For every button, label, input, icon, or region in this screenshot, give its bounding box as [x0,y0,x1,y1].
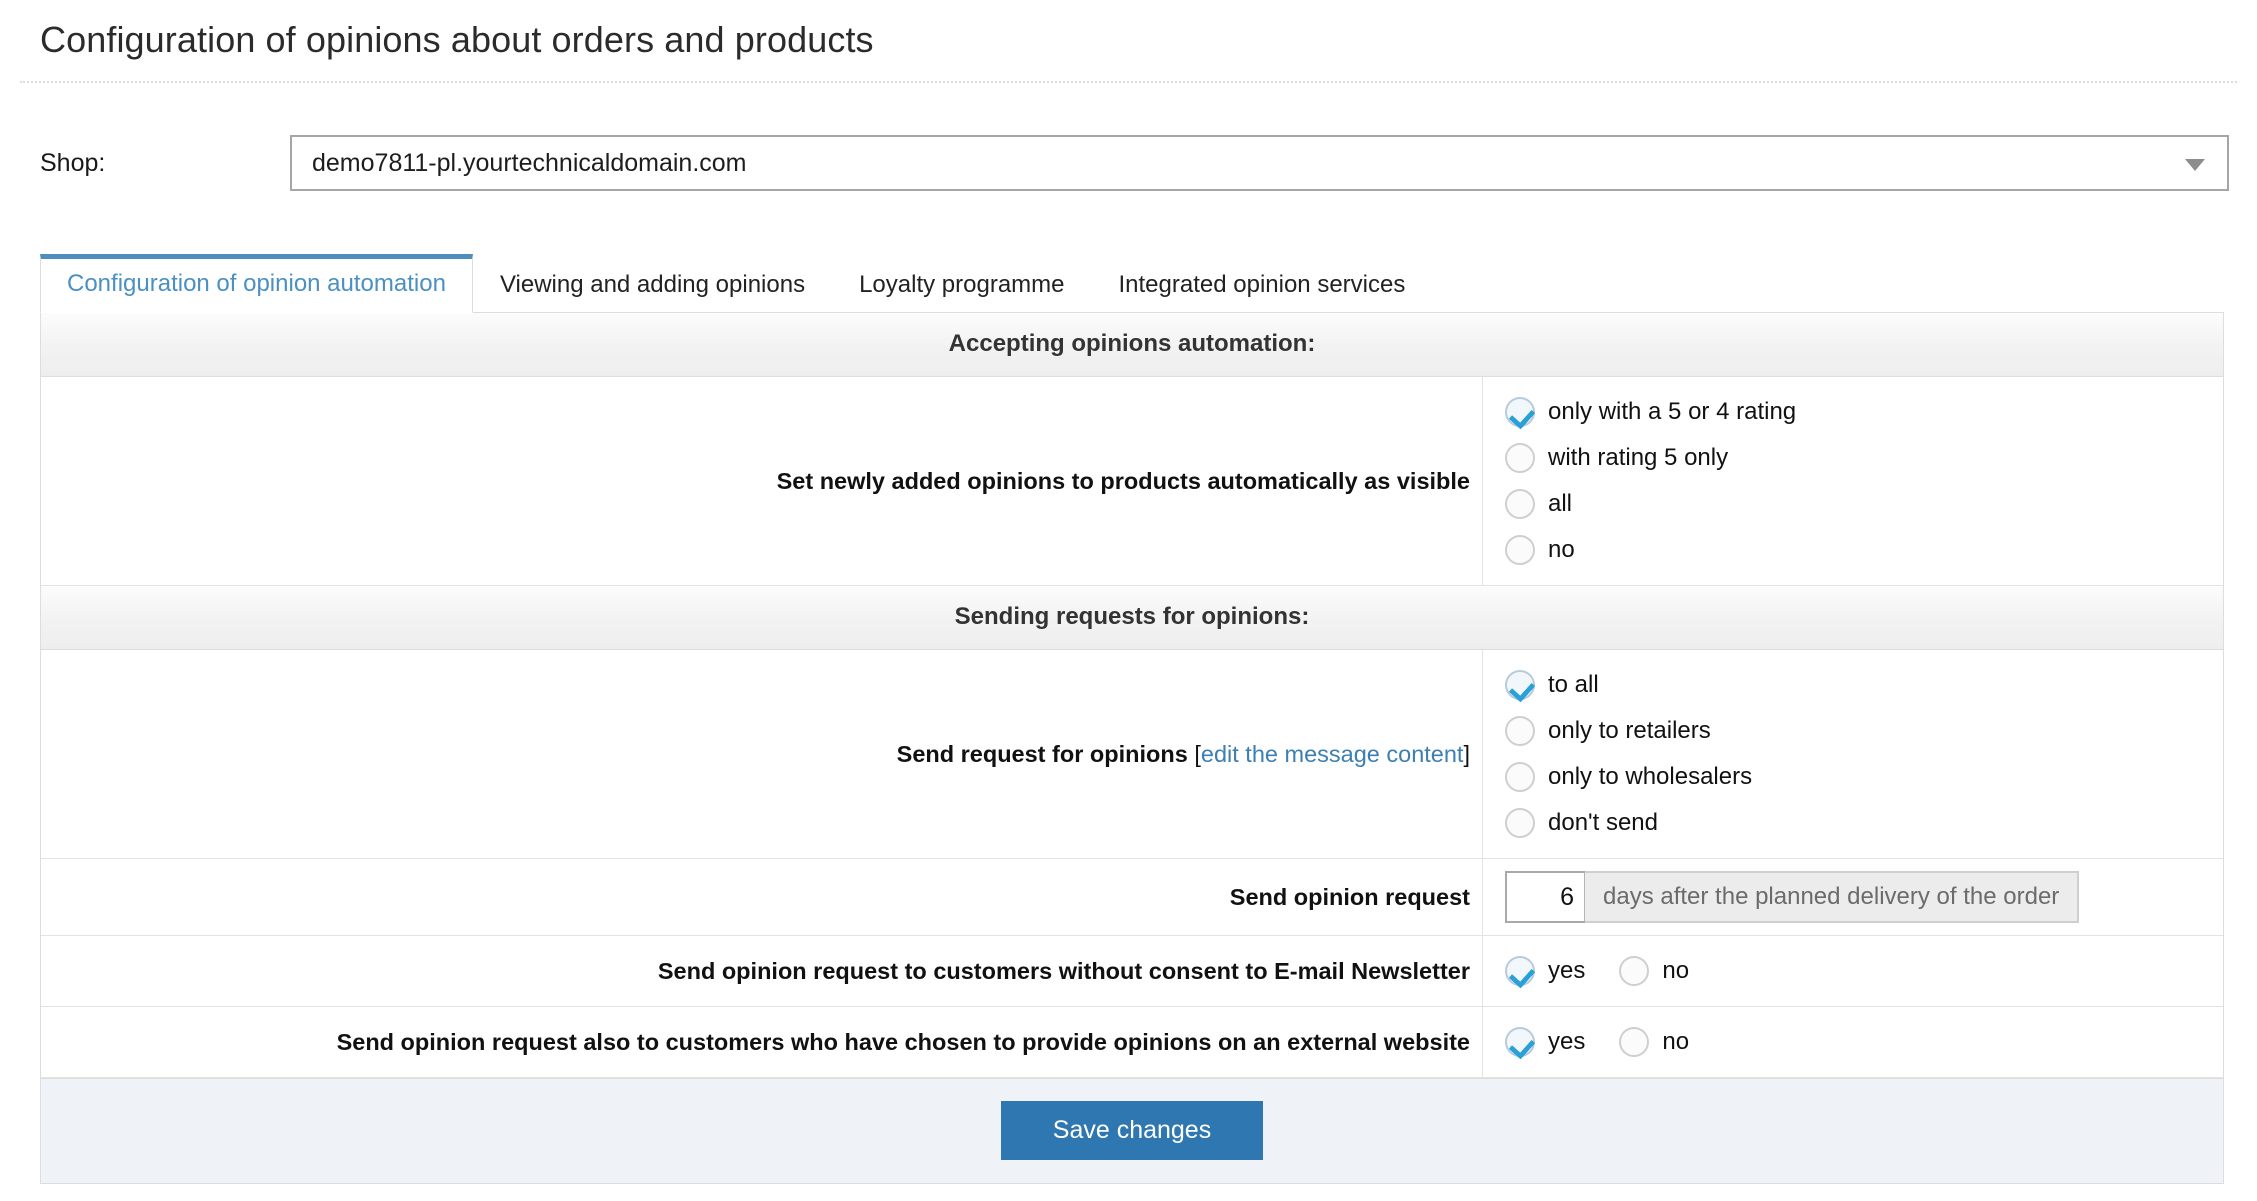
tab-label: Loyalty programme [859,271,1065,299]
radio-option-only-5-or-4[interactable]: only with a 5 or 4 rating [1505,397,1797,428]
row-newsletter-consent-label: Send opinion request to customers withou… [41,936,1483,1007]
radio-group-send-request: to all only to retailers only to wholesa… [1505,670,1753,839]
row-auto-visible: Set newly added opinions to products aut… [41,377,2223,587]
row-external-website-label: Send opinion request also to customers w… [41,1007,1483,1078]
radio-group-auto-visible: only with a 5 or 4 rating with rating 5 … [1505,397,1797,566]
chevron-down-icon [2185,159,2205,172]
radio-unchecked-icon [1619,956,1650,987]
radio-option-label: no [1662,957,1690,985]
radio-checked-icon [1505,1027,1535,1058]
radio-unchecked-icon [1505,489,1535,520]
bracket-close: ] [1463,740,1470,767]
radio-unchecked-icon [1505,443,1535,474]
row-send-request-label: Send request for opinions [edit the mess… [41,650,1483,859]
section-header-sending-requests: Sending requests for opinions: [41,586,2223,651]
row-send-request-controls: to all only to retailers only to wholesa… [1483,650,2223,858]
title-divider [20,81,2237,84]
radio-checked-icon [1505,670,1535,701]
row-newsletter-consent-controls: yes no [1483,936,2223,1006]
radio-option-label: don't send [1548,809,1659,837]
radio-unchecked-icon [1505,762,1535,793]
row-send-delay-controls: days after the planned delivery of the o… [1483,859,2223,935]
radio-option-rating-5-only[interactable]: with rating 5 only [1505,443,1796,474]
radio-option-dont-send[interactable]: don't send [1505,808,1752,839]
radio-option-yes[interactable]: yes [1505,956,1586,987]
delay-days-input[interactable] [1505,871,1585,924]
page-title: Configuration of opinions about orders a… [40,19,874,60]
radio-checked-icon [1505,956,1535,987]
radio-option-label: no [1662,1028,1690,1056]
radio-group-newsletter-consent: yes no [1505,956,1690,987]
section-header-accepting-opinions: Accepting opinions automation: [41,313,2223,378]
shop-label: Shop: [40,148,106,177]
radio-option-yes[interactable]: yes [1505,1027,1586,1058]
save-changes-button[interactable]: Save changes [1000,1101,1264,1161]
row-external-website: Send opinion request also to customers w… [41,1007,2223,1079]
tab-viewing-and-adding-opinions[interactable]: Viewing and adding opinions [473,255,832,313]
radio-unchecked-icon [1505,535,1535,566]
radio-option-label: with rating 5 only [1548,444,1729,472]
radio-option-no[interactable]: no [1505,535,1796,566]
panel-footer: Save changes [41,1078,2223,1184]
radio-option-label: only to wholesalers [1548,763,1753,791]
radio-option-label: only to retailers [1548,717,1711,745]
row-send-request-label-text: Send request for opinions [896,740,1188,767]
settings-panel: Accepting opinions automation: Set newly… [40,312,2224,1185]
radio-option-no[interactable]: no [1619,1027,1690,1058]
edit-message-content-link[interactable]: edit the message content [1201,741,1464,768]
radio-option-only-retailers[interactable]: only to retailers [1505,716,1752,747]
radio-option-label: yes [1548,957,1586,985]
radio-option-label: only with a 5 or 4 rating [1548,398,1797,426]
row-send-request: Send request for opinions [edit the mess… [41,650,2223,860]
radio-option-only-wholesalers[interactable]: only to wholesalers [1505,762,1753,793]
radio-option-label: no [1548,536,1575,564]
tab-label: Integrated opinion services [1118,271,1406,299]
radio-group-external-website: yes no [1505,1027,1690,1058]
radio-option-label: to all [1548,671,1599,699]
tab-loyalty-programme[interactable]: Loyalty programme [832,255,1091,313]
radio-option-no[interactable]: no [1619,956,1690,987]
row-newsletter-consent: Send opinion request to customers withou… [41,936,2223,1008]
tab-label: Viewing and adding opinions [499,271,806,299]
tab-integrated-opinion-services[interactable]: Integrated opinion services [1092,255,1433,313]
radio-unchecked-icon [1505,716,1535,747]
radio-option-label: all [1548,490,1573,518]
shop-selector-row: Shop: demo7811-pl.yourtechnicaldomain.co… [20,135,2237,192]
radio-option-to-all[interactable]: to all [1505,670,1752,701]
tab-label: Configuration of opinion automation [67,270,446,298]
row-auto-visible-label: Set newly added opinions to products aut… [41,377,1483,586]
tab-bar: Configuration of opinion automation View… [20,253,2237,314]
row-send-delay: Send opinion request days after the plan… [41,859,2223,937]
shop-select[interactable]: demo7811-pl.yourtechnicaldomain.com [290,135,2229,192]
row-auto-visible-controls: only with a 5 or 4 rating with rating 5 … [1483,377,2223,585]
radio-unchecked-icon [1505,808,1535,839]
radio-option-all[interactable]: all [1505,489,1796,520]
radio-checked-icon [1505,397,1535,428]
delay-input-group: days after the planned delivery of the o… [1505,871,2080,924]
row-send-delay-label: Send opinion request [41,859,1483,936]
radio-option-label: yes [1548,1028,1586,1056]
page-root: Configuration of opinions about orders a… [0,0,2257,1185]
delay-days-addon: days after the planned delivery of the o… [1585,871,2080,924]
tab-configuration-of-opinion-automation[interactable]: Configuration of opinion automation [40,254,473,314]
shop-select-value: demo7811-pl.yourtechnicaldomain.com [312,148,747,177]
row-external-website-controls: yes no [1483,1007,2223,1077]
radio-unchecked-icon [1619,1027,1650,1058]
